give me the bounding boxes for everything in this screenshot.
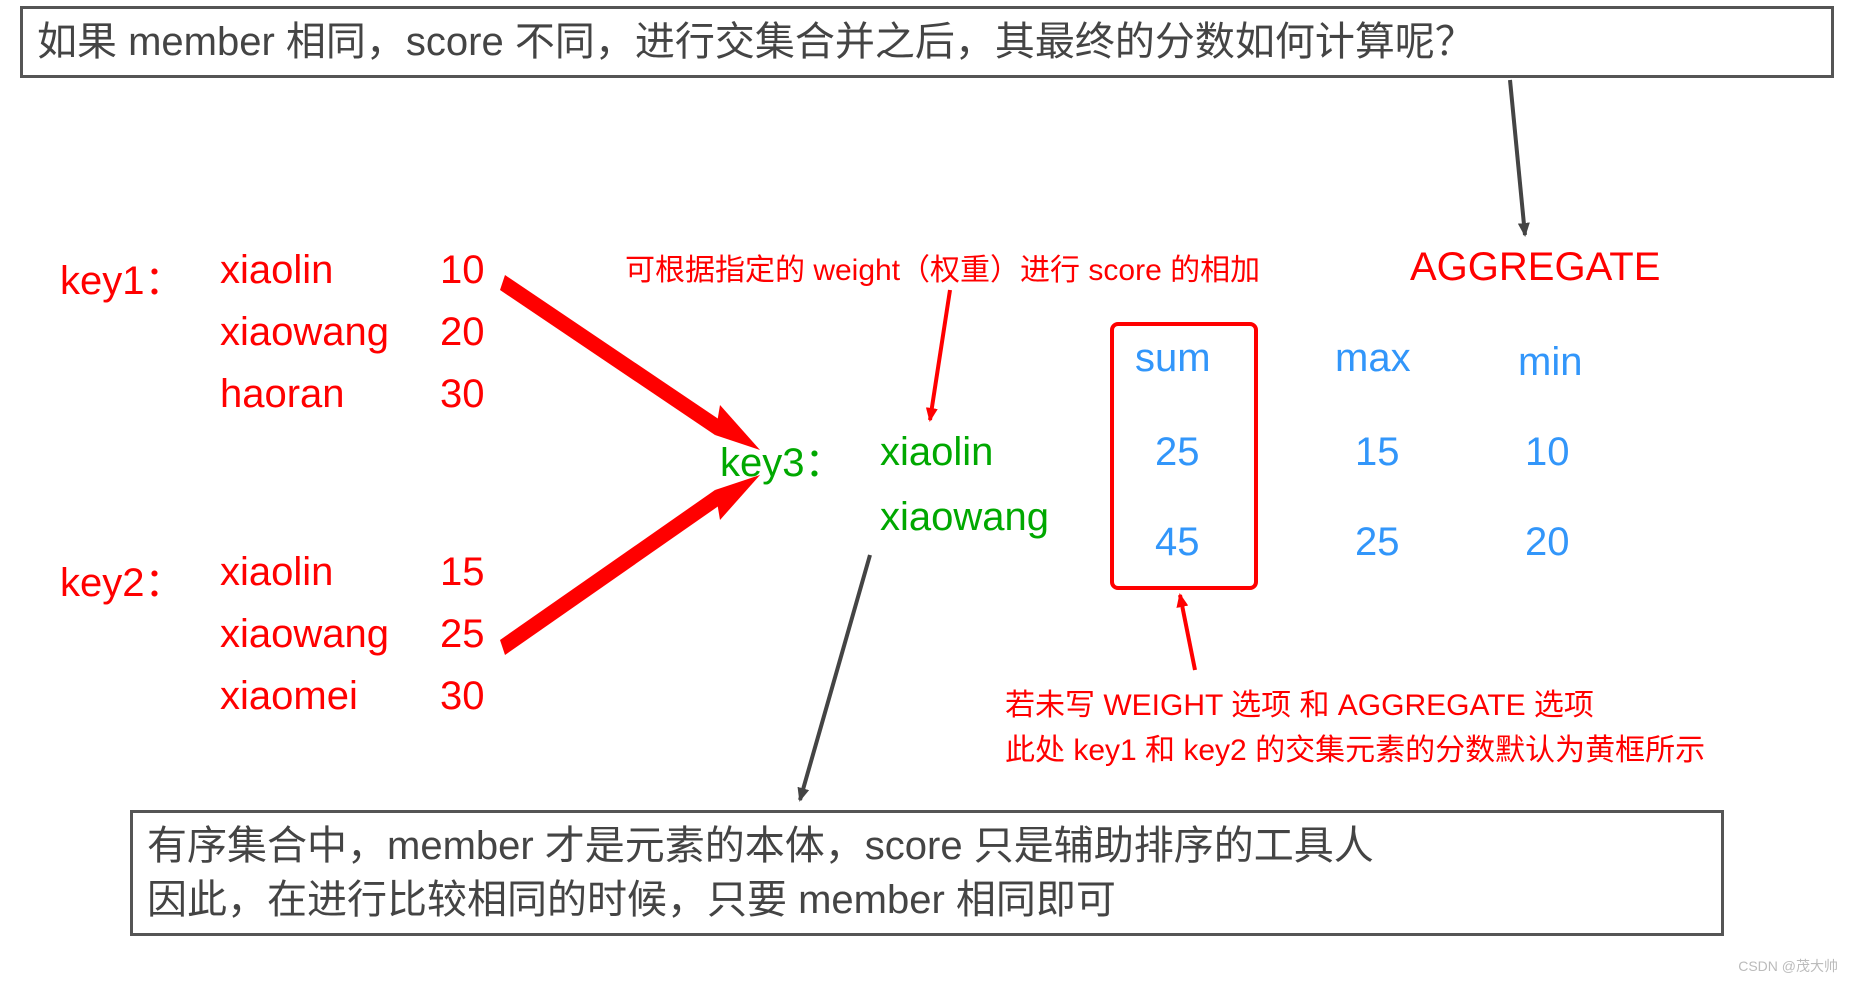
weight-note: 可根据指定的 weight（权重）进行 score 的相加 <box>625 245 1260 289</box>
arrow-key3-to-bottom <box>800 555 870 800</box>
sum-highlight-box <box>1110 322 1258 590</box>
arrow-top-to-aggregate <box>1510 80 1525 235</box>
watermark: CSDN @茂大帅 <box>1738 956 1838 976</box>
col-max: max <box>1335 336 1411 381</box>
key3-r0: xiaolin <box>880 430 993 475</box>
key2-r1-member: xiaowang <box>220 612 389 657</box>
key2-r2-score: 30 <box>440 674 485 719</box>
bottom-l2: 因此，在进行比较相同的时候，只要 member 相同即可 <box>147 873 1707 927</box>
v-0-1: 15 <box>1355 430 1400 475</box>
key1-r2-member: haoran <box>220 372 345 417</box>
v-1-1: 25 <box>1355 520 1400 565</box>
key2-label: key2： <box>60 550 185 608</box>
default-note-l1: 若未写 WEIGHT 选项 和 AGGREGATE 选项 <box>1005 680 1594 724</box>
key2-r2-member: xiaomei <box>220 674 358 719</box>
v-1-2: 20 <box>1525 520 1570 565</box>
arrow-note-to-sum <box>1180 595 1195 670</box>
key2-r1-score: 25 <box>440 612 485 657</box>
bottom-box: 有序集合中，member 才是元素的本体，score 只是辅助排序的工具人 因此… <box>130 810 1724 936</box>
key3-label: key3： <box>720 430 845 488</box>
key1-label: key1： <box>60 248 185 306</box>
diagram-canvas: { "top_box": "如果 member 相同，score 不同，进行交集… <box>0 0 1852 982</box>
arrow-weight-to-key3 <box>930 290 950 420</box>
aggregate-label: AGGREGATE <box>1410 245 1660 290</box>
v-0-2: 10 <box>1525 430 1570 475</box>
key2-r0-member: xiaolin <box>220 550 333 595</box>
key1-r2-score: 30 <box>440 372 485 417</box>
bottom-l1: 有序集合中，member 才是元素的本体，score 只是辅助排序的工具人 <box>147 819 1707 873</box>
default-note-l2: 此处 key1 和 key2 的交集元素的分数默认为黄框所示 <box>1005 725 1705 769</box>
key3-r1: xiaowang <box>880 495 1049 540</box>
col-min: min <box>1518 340 1582 385</box>
key1-r0-member: xiaolin <box>220 248 333 293</box>
key1-r1-score: 20 <box>440 310 485 355</box>
arrow-key1-to-key3 <box>500 275 720 435</box>
key1-r0-score: 10 <box>440 248 485 293</box>
question-text: 如果 member 相同，score 不同，进行交集合并之后，其最终的分数如何计… <box>37 20 1475 64</box>
question-box: 如果 member 相同，score 不同，进行交集合并之后，其最终的分数如何计… <box>20 6 1834 78</box>
arrow-key2-to-key3 <box>500 490 720 655</box>
key1-r1-member: xiaowang <box>220 310 389 355</box>
key2-r0-score: 15 <box>440 550 485 595</box>
